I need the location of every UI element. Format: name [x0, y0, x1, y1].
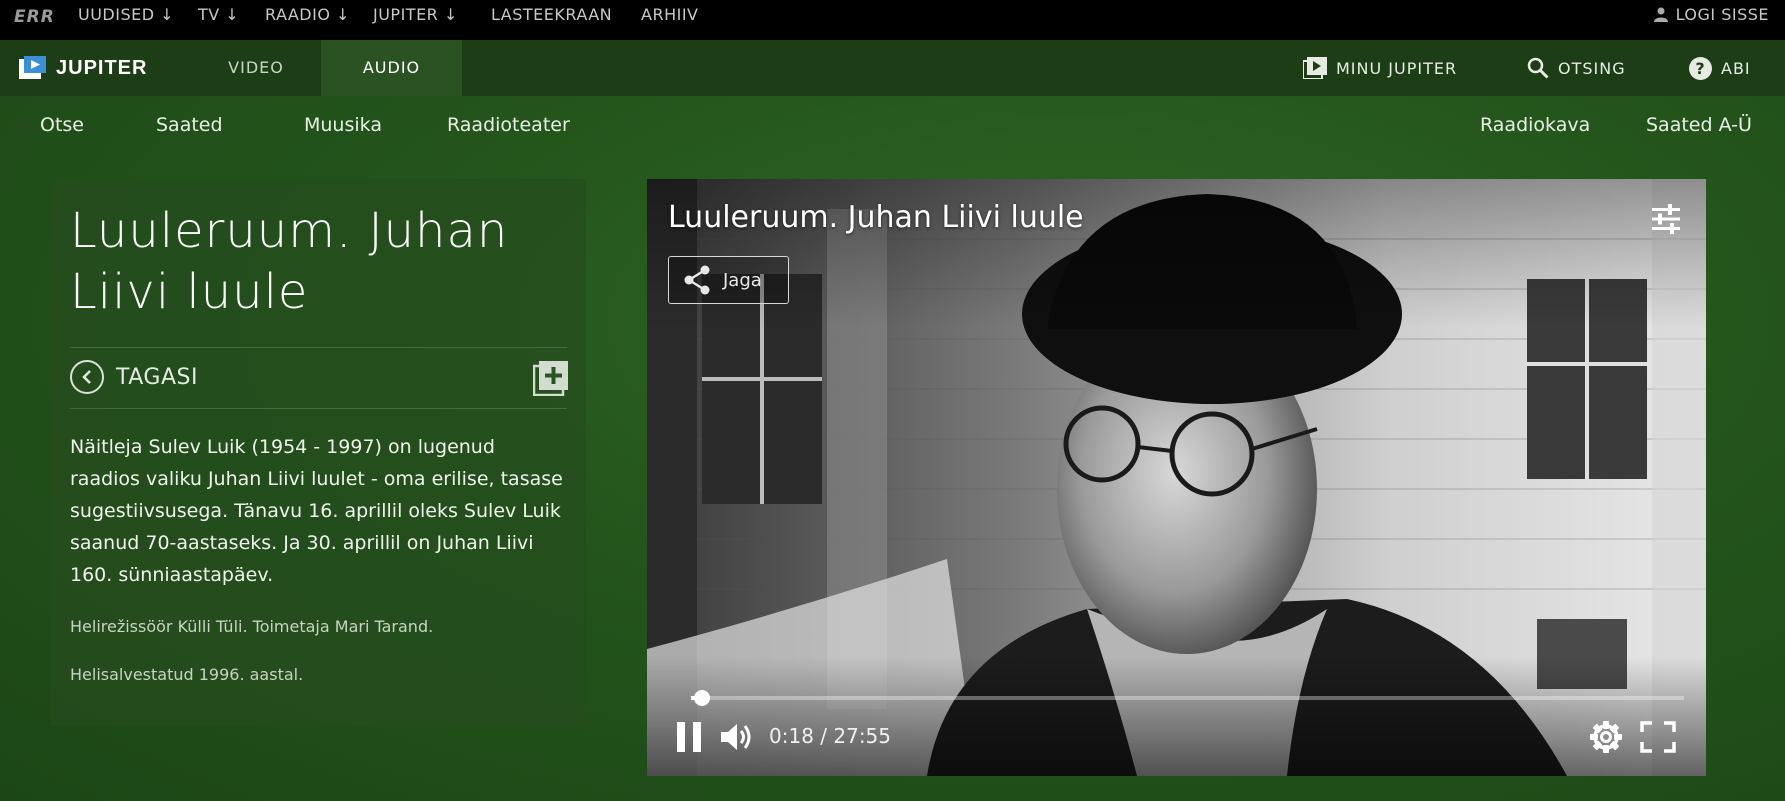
- login-link[interactable]: LOGI SISSE: [1653, 0, 1769, 30]
- live-dot: [21, 122, 30, 131]
- divider: [70, 347, 567, 348]
- subnav-otse[interactable]: Otse: [40, 114, 84, 136]
- audio-player[interactable]: Luuleruum. Juhan Liivi luule Jaga 0:18 /…: [647, 179, 1706, 776]
- subnav-raadioteater[interactable]: Raadioteater: [447, 114, 570, 136]
- menu-uudised[interactable]: UUDISED ↓: [78, 0, 174, 30]
- volume-icon[interactable]: [719, 722, 753, 752]
- back-arrow-icon: [70, 360, 104, 394]
- subnav-saated[interactable]: Saated: [156, 114, 223, 136]
- help-link[interactable]: ? ABI: [1689, 40, 1751, 96]
- tab-video[interactable]: VIDEO: [192, 40, 320, 96]
- user-icon: [1653, 7, 1668, 22]
- err-logo[interactable]: ERR: [14, 7, 55, 27]
- share-label: Jaga: [723, 269, 762, 291]
- err-top-bar: ERR UUDISED ↓ TV ↓ RAADIO ↓ JUPITER ↓ LA…: [0, 0, 1785, 40]
- program-credit-recorded: Helisalvestatud 1996. aastal.: [70, 665, 304, 684]
- search-icon: [1527, 57, 1549, 79]
- search-label: OTSING: [1558, 58, 1626, 78]
- jupiter-logo-icon: [19, 56, 46, 79]
- pause-button[interactable]: [675, 720, 703, 754]
- menu-raadio[interactable]: RAADIO ↓: [265, 0, 350, 30]
- progress-handle[interactable]: [693, 690, 710, 706]
- jupiter-logo[interactable]: JUPITER: [18, 55, 147, 81]
- program-title: Luuleruum. Juhan Liivi luule: [70, 203, 509, 320]
- program-info-panel: Luuleruum. Juhan Liivi luule TAGASI Näit…: [51, 179, 586, 726]
- settings-gear-icon[interactable]: [1589, 720, 1623, 754]
- back-button[interactable]: TAGASI: [70, 357, 198, 397]
- add-to-playlist-icon[interactable]: [533, 360, 569, 396]
- jupiter-header: JUPITER VIDEO AUDIO MINU JUPITER OTSING …: [0, 40, 1785, 96]
- tab-audio[interactable]: AUDIO: [321, 40, 462, 96]
- menu-lasteekraan[interactable]: LASTEEKRAAN: [491, 0, 612, 30]
- subnav-saated-a-u[interactable]: Saated A-Ü: [1646, 114, 1752, 136]
- minu-jupiter-label: MINU JUPITER: [1336, 58, 1458, 78]
- share-icon: [684, 265, 710, 295]
- divider: [70, 408, 567, 409]
- subnav-muusika[interactable]: Muusika: [304, 114, 382, 136]
- program-credit-director: Helirežissöör Külli Tüli. Toimetaja Mari…: [70, 617, 434, 636]
- subnav-raadiokava[interactable]: Raadiokava: [1480, 114, 1590, 136]
- program-description: Näitleja Sulev Luik (1954 - 1997) on lug…: [70, 436, 563, 586]
- svg-text:?: ?: [1695, 59, 1705, 78]
- menu-jupiter[interactable]: JUPITER ↓: [373, 0, 458, 30]
- help-label: ABI: [1721, 58, 1751, 78]
- poster-image: [647, 179, 1706, 776]
- share-button[interactable]: Jaga: [668, 256, 789, 304]
- menu-arhiiv[interactable]: ARHIIV: [641, 0, 698, 30]
- minu-jupiter-link[interactable]: MINU JUPITER: [1303, 40, 1457, 96]
- login-label: LOGI SISSE: [1675, 5, 1769, 24]
- equalizer-settings-icon[interactable]: [1650, 203, 1682, 235]
- menu-tv[interactable]: TV ↓: [198, 0, 239, 30]
- help-icon: ?: [1689, 56, 1712, 80]
- fullscreen-icon[interactable]: [1640, 721, 1676, 753]
- search-link[interactable]: OTSING: [1527, 40, 1626, 96]
- progress-bar[interactable]: [691, 690, 1684, 706]
- player-title: Luuleruum. Juhan Liivi luule: [668, 200, 1084, 235]
- time-display: 0:18 / 27:55: [769, 724, 892, 748]
- play-box-icon: [1303, 57, 1327, 79]
- jupiter-brand-text: JUPITER: [56, 56, 148, 79]
- back-label: TAGASI: [116, 364, 198, 390]
